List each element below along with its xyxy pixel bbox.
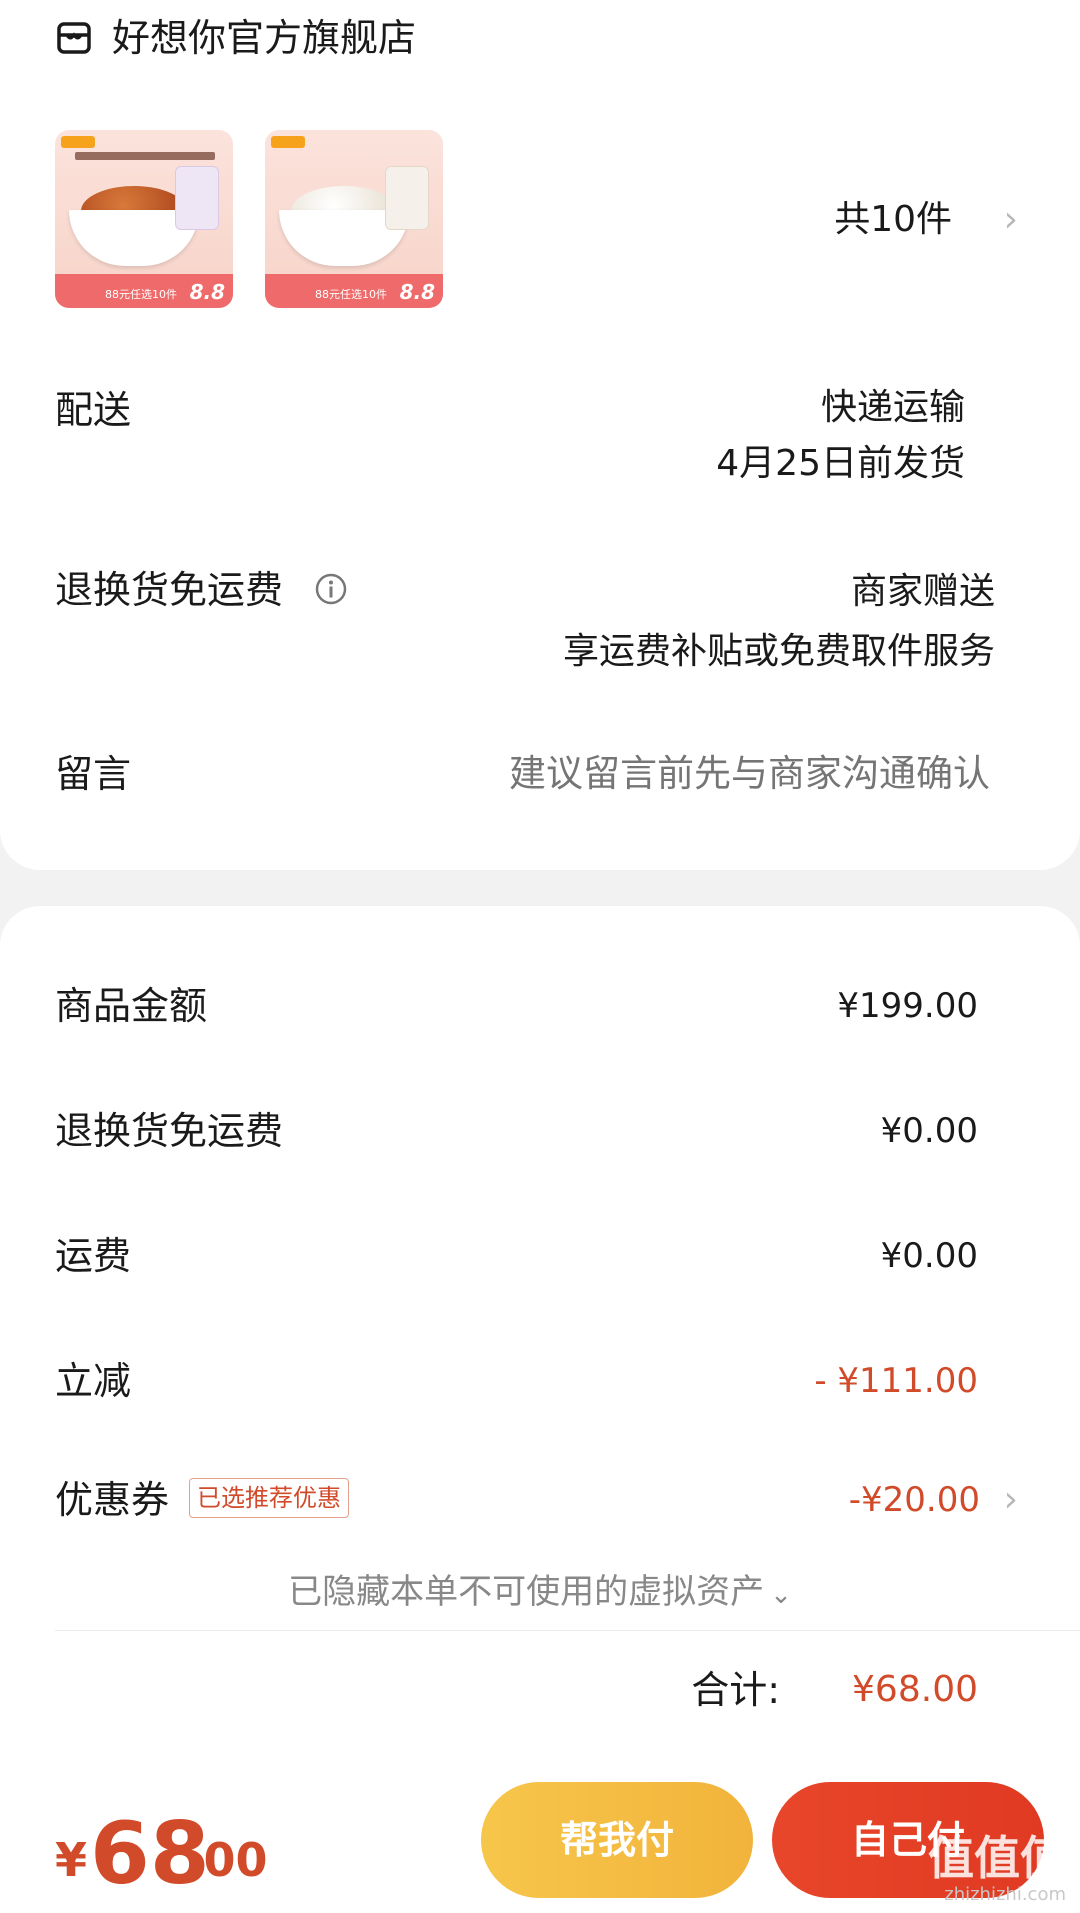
message-label: 留言 [55,752,132,796]
coupon-label[interactable]: 优惠券 [55,1472,169,1528]
product-thumbnail[interactable]: 88元任选10件 8.8 [55,130,233,308]
shipping-date: 4月25日前发货 [716,443,965,484]
total-value: ¥68.00 [852,1669,978,1710]
product-thumbnail[interactable]: 88元任选10件 8.8 [265,130,443,308]
chevron-right-icon[interactable]: › [1004,1474,1018,1526]
price-decimal: .00 [186,1833,268,1887]
shipping-label: 配送 [55,388,132,432]
info-icon[interactable] [314,572,348,606]
return-shipping-label: 退换货免运费 [55,568,284,612]
watermark: 值值值 [928,1831,1066,1885]
goods-amount-value: ¥199.00 [837,986,978,1026]
store-icon [57,22,91,54]
promo-text: 88元任选10件 [105,288,177,301]
cost-breakdown-card [0,906,1080,1766]
chevron-down-icon: ⌄ [770,1580,792,1610]
instant-discount-label: 立减 [55,1359,132,1403]
price-currency: ¥ [55,1833,88,1887]
divider [55,1630,1080,1631]
coupon-value[interactable]: -¥20.00 [849,1472,980,1528]
help-me-pay-button[interactable]: 帮我付 [481,1782,753,1898]
coupon-badge[interactable]: 已选推荐优惠 [189,1478,349,1518]
total-label: 合计: [691,1668,780,1712]
promo-text: 88元任选10件 [315,288,387,301]
return-shipping-service: 享运费补贴或免费取件服务 [562,631,995,672]
hidden-assets-text: 已隐藏本单不可使用的虚拟资产 [288,1572,765,1612]
return-shipping-provider: 商家赠送 [850,571,995,612]
store-name[interactable]: 好想你官方旗舰店 [112,10,416,66]
package-image [175,166,219,230]
chevron-right-icon[interactable]: › [1004,194,1018,246]
hidden-assets-toggle[interactable]: 已隐藏本单不可使用的虚拟资产 ⌄ [0,1566,1080,1621]
message-input[interactable] [430,746,990,802]
shipping-fee-value: ¥0.00 [880,1236,978,1276]
return-shipping-fee-value: ¥0.00 [880,1111,978,1151]
product-headline [75,152,215,160]
instant-discount-value: - ¥111.00 [814,1361,978,1401]
promo-price: 8.8 [399,280,435,304]
brand-logo [271,136,305,148]
goods-amount-label: 商品金额 [55,984,208,1028]
watermark-url: zhizhizhi.com [944,1884,1066,1905]
return-shipping-fee-label: 退换货免运费 [55,1109,284,1153]
shipping-fee-label: 运费 [55,1234,132,1278]
package-image [385,166,429,230]
promo-price: 8.8 [189,280,225,304]
item-count[interactable]: 共10件 [834,194,952,246]
brand-logo [61,136,95,148]
shipping-method: 快递运输 [820,387,965,428]
